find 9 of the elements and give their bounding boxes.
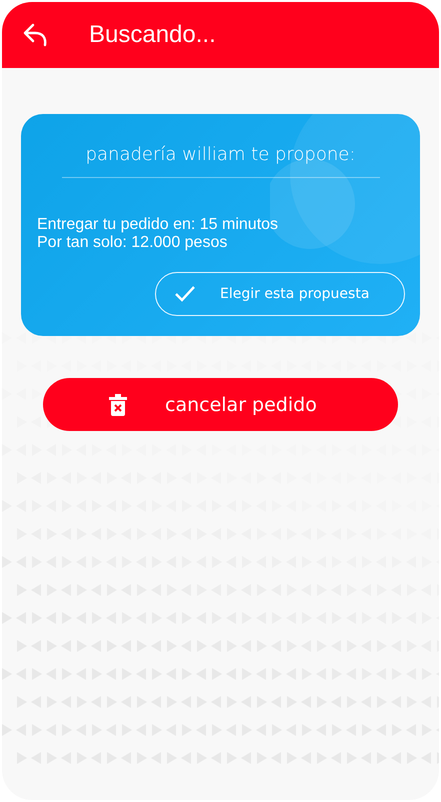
- trash-icon: [109, 394, 127, 416]
- screen-title: Buscando...: [89, 21, 216, 49]
- proposal-title: panadería william te propone:: [84, 144, 356, 165]
- back-icon[interactable]: [23, 23, 49, 47]
- check-icon: [174, 285, 196, 303]
- proposal-detail: Entregar tu pedido en: 15 minutos: [37, 216, 280, 234]
- accept-button[interactable]: Elegir esta propuesta: [155, 272, 405, 316]
- proposal-detail: Por tan solo: 12.000 pesos: [37, 234, 228, 252]
- cancel-button[interactable]: cancelar pedido: [43, 378, 398, 431]
